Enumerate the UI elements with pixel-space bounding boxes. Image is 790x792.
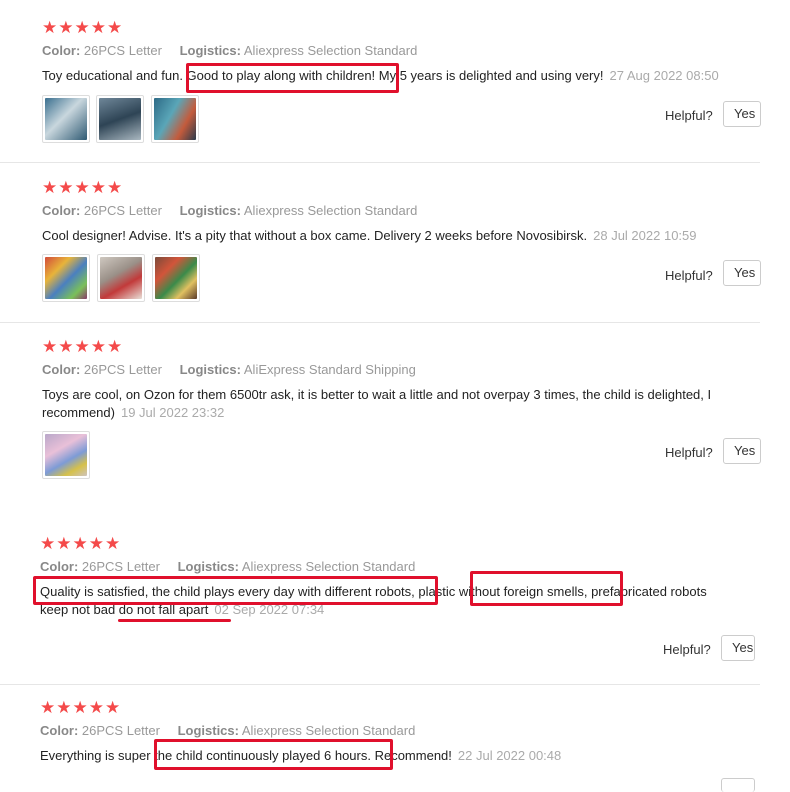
divider: [0, 162, 760, 163]
star-rating: ★★★★★: [42, 178, 124, 197]
color-label: Color:: [40, 723, 79, 738]
star-rating: ★★★★★: [40, 534, 122, 553]
logistics-label: Logistics:: [177, 559, 239, 574]
review-date: 19 Jul 2022 23:32: [120, 405, 225, 420]
logistics-value: Aliexpress Selection Standard: [241, 723, 416, 738]
review-meta: Color: 26PCS Letter Logistics: Aliexpres…: [40, 723, 415, 738]
color-value: 26PCS Letter: [83, 362, 162, 377]
color-label: Color:: [42, 203, 81, 218]
divider: [0, 322, 760, 323]
highlight-box: [470, 571, 623, 606]
review-photo[interactable]: [97, 254, 145, 302]
divider: [0, 684, 760, 685]
color-value: 26PCS Letter: [81, 723, 160, 738]
logistics-label: Logistics:: [179, 362, 241, 377]
review-photo[interactable]: [42, 431, 90, 479]
helpful-yes-button[interactable]: Yes: [723, 438, 761, 464]
review-meta: Color: 26PCS Letter Logistics: Aliexpres…: [42, 203, 417, 218]
star-rating: ★★★★★: [42, 18, 124, 37]
review-photo[interactable]: [96, 95, 144, 143]
logistics-label: Logistics:: [177, 723, 239, 738]
color-label: Color:: [42, 362, 81, 377]
highlight-underline: [118, 619, 231, 622]
helpful-yes-button[interactable]: Yes: [721, 635, 755, 661]
review-photo[interactable]: [42, 95, 90, 143]
star-rating: ★★★★★: [40, 698, 122, 717]
helpful-label: Helpful?: [665, 108, 713, 123]
review-meta: Color: 26PCS Letter Logistics: Aliexpres…: [42, 43, 417, 58]
review-body-line-2: recommend): [42, 405, 115, 420]
logistics-label: Logistics:: [179, 203, 241, 218]
review-meta: Color: 26PCS Letter Logistics: AliExpres…: [42, 362, 416, 377]
star-rating: ★★★★★: [42, 337, 124, 356]
highlight-box: [33, 576, 438, 605]
helpful-label: Helpful?: [665, 268, 713, 283]
logistics-value: AliExpress Standard Shipping: [243, 362, 416, 377]
review-body: Cool designer! Advise. It's a pity that …: [42, 228, 588, 243]
highlight-box: [154, 739, 393, 770]
color-value: 26PCS Letter: [83, 43, 162, 58]
helpful-label: Helpful?: [665, 445, 713, 460]
helpful-label: Helpful?: [663, 642, 711, 657]
color-label: Color:: [42, 43, 81, 58]
review-date: 28 Jul 2022 10:59: [593, 228, 697, 243]
color-value: 26PCS Letter: [83, 203, 162, 218]
review-text: Cool designer! Advise. It's a pity that …: [42, 227, 697, 245]
review-text: Toys are cool, on Ozon for them 6500tr a…: [42, 386, 711, 422]
helpful-yes-button[interactable]: Yes: [723, 101, 761, 127]
review-date: 27 Aug 2022 08:50: [609, 68, 719, 83]
logistics-value: Aliexpress Selection Standard: [243, 43, 418, 58]
review-meta: Color: 26PCS Letter Logistics: Aliexpres…: [40, 559, 415, 574]
color-label: Color:: [40, 559, 79, 574]
review-date: 22 Jul 2022 00:48: [457, 748, 562, 763]
review-body-line-1: Toys are cool, on Ozon for them 6500tr a…: [42, 387, 712, 402]
highlight-box: [186, 63, 399, 93]
review-photo[interactable]: [42, 254, 90, 302]
review-photo[interactable]: [152, 254, 200, 302]
helpful-yes-button[interactable]: Yes: [723, 260, 761, 286]
logistics-value: Aliexpress Selection Standard: [243, 203, 418, 218]
logistics-label: Logistics:: [179, 43, 241, 58]
logistics-value: Aliexpress Selection Standard: [241, 559, 416, 574]
review-photo[interactable]: [151, 95, 199, 143]
color-value: 26PCS Letter: [81, 559, 160, 574]
